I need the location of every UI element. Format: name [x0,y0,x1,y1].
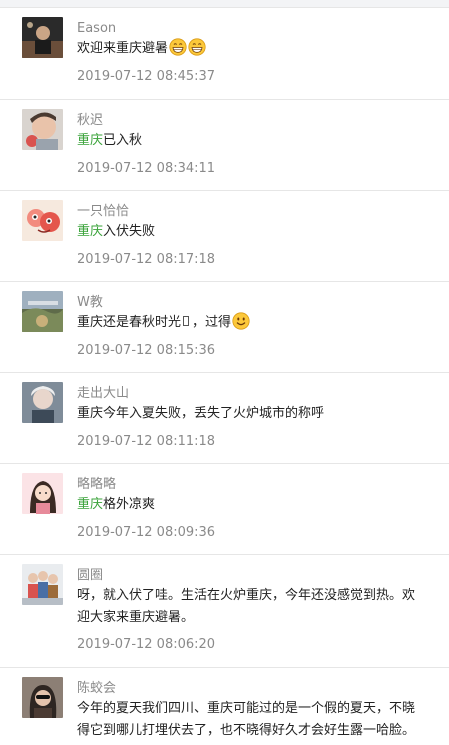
comment-text: 重庆还是春秋时光 ，过得 [77,312,445,334]
comment-text-tail: ，过得 [192,315,232,330]
avatar-qiuchi[interactable] [22,109,63,150]
comment-text-body: 格外凉爽 [103,497,156,512]
commenter-name[interactable]: W教 [77,294,103,312]
comment-text-body: 入伏失败 [103,224,156,239]
comment-text-body: 重庆今年入夏失败，丢失了火炉城市的称呼 [77,406,325,421]
comment-keyword-link[interactable]: 重庆 [77,497,103,512]
grin-emoji [169,38,187,56]
comment-text: 欢迎来重庆避暑 [77,38,445,60]
comment-list: Eason 欢迎来重庆避暑 2019-07-12 08:45:37 秋迟 重庆已… [0,8,449,745]
comment-time: 2019-07-12 08:34:11 [77,161,216,176]
avatar-chenjiaohui[interactable] [22,677,63,718]
comment-text-line: 得它到哪儿打埋伏去了，也不晓得好久才会好生露一哈脸。 [77,723,416,738]
comment-time: 2019-07-12 08:17:18 [77,252,216,267]
grin-emoji [188,38,206,56]
comment-item: Eason 欢迎来重庆避暑 2019-07-12 08:45:37 [0,8,449,100]
missing-glyph-icon [183,316,190,326]
commenter-name[interactable]: 秋迟 [77,112,103,130]
comment-text-line: 今年的夏天我们四川、重庆可能过的是一个假的夏天，不晓 [77,701,416,716]
comment-keyword-link[interactable]: 重庆 [77,224,103,239]
comment-text: 重庆入伏失败 [77,221,445,243]
top-edge-bar [0,0,449,8]
comment-text: 今年的夏天我们四川、重庆可能过的是一个假的夏天，不晓 得它到哪儿打埋伏去了，也不晓… [77,698,445,742]
avatar-wjiao[interactable] [22,291,63,332]
commenter-name[interactable]: Eason [77,20,116,38]
commenter-name[interactable]: 圆圈 [77,567,103,585]
comment-keyword-link[interactable]: 重庆 [77,133,103,148]
comment-time: 2019-07-12 08:06:20 [77,637,216,652]
comment-item: 圆圈 呀，就入伏了哇。生活在火炉重庆，今年还没感觉到热。欢 迎大家来重庆避暑。 2… [0,555,449,668]
comment-text-body: 已入秋 [103,133,143,148]
comment-item: 一只恰恰 重庆入伏失败 2019-07-12 08:17:18 [0,191,449,282]
comment-text-line: 呀，就入伏了哇。生活在火炉重庆，今年还没感觉到热。欢 [77,588,416,603]
comment-text-line: 迎大家来重庆避暑。 [77,610,195,625]
avatar-zouchudashan[interactable] [22,382,63,423]
comment-text-body: 重庆还是春秋时光 [77,315,182,330]
avatar-yuanquan[interactable] [22,564,63,605]
comment-item: W教 重庆还是春秋时光 ，过得 2019-07-12 08:15:36 [0,282,449,373]
comment-time: 2019-07-12 08:09:36 [77,525,216,540]
comment-item: 陈蛟会 今年的夏天我们四川、重庆可能过的是一个假的夏天，不晓 得它到哪儿打埋伏去了… [0,668,449,745]
smile-emoji [232,312,250,330]
comment-time: 2019-07-12 08:45:37 [77,69,216,84]
comment-item: 秋迟 重庆已入秋 2019-07-12 08:34:11 [0,100,449,191]
avatar-eason[interactable] [22,17,63,58]
commenter-name[interactable]: 一只恰恰 [77,203,129,221]
comment-text-body: 欢迎来重庆避暑 [77,41,169,56]
comment-text: 重庆已入秋 [77,130,445,152]
comment-text: 呀，就入伏了哇。生活在火炉重庆，今年还没感觉到热。欢 迎大家来重庆避暑。 [77,585,445,629]
commenter-name[interactable]: 走出大山 [77,385,129,403]
avatar-lvelvelve[interactable] [22,473,63,514]
comment-time: 2019-07-12 08:11:18 [77,434,216,449]
avatar-yizhiqiaqia[interactable] [22,200,63,241]
comment-text: 重庆今年入夏失败，丢失了火炉城市的称呼 [77,403,445,425]
commenter-name[interactable]: 陈蛟会 [77,680,116,698]
comment-time: 2019-07-12 08:15:36 [77,343,216,358]
commenter-name[interactable]: 略略略 [77,476,116,494]
comment-item: 走出大山 重庆今年入夏失败，丢失了火炉城市的称呼 2019-07-12 08:1… [0,373,449,464]
comment-item: 略略略 重庆格外凉爽 2019-07-12 08:09:36 [0,464,449,555]
comment-text: 重庆格外凉爽 [77,494,445,516]
